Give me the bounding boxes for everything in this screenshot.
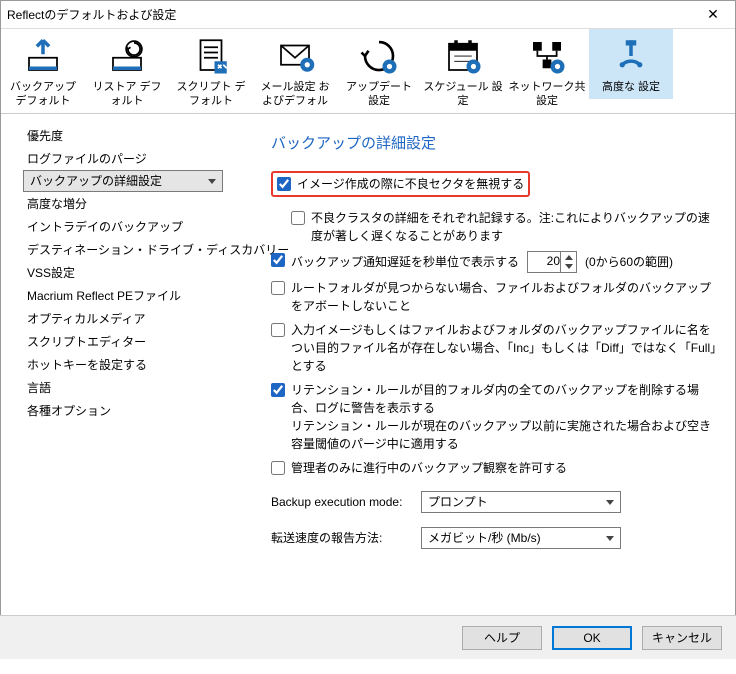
label-exec-mode: Backup execution mode: — [271, 495, 421, 509]
footer: ヘルプ OK キャンセル — [0, 615, 736, 659]
chk-full-naming[interactable] — [271, 323, 285, 337]
select-rate-report[interactable]: メガビット/秒 (Mb/s) — [421, 527, 621, 549]
sidebar-item-backup-advanced[interactable]: バックアップの詳細設定 — [23, 170, 223, 192]
page-title: バックアップの詳細設定 — [271, 132, 717, 153]
close-icon[interactable]: ✕ — [697, 6, 729, 23]
tab-email-settings[interactable]: メール設定 およびデフォル — [253, 29, 337, 113]
tab-schedule-settings[interactable]: スケジュール 設定 — [421, 29, 505, 113]
sidebar-item-optical[interactable]: オプティカルメディア — [23, 307, 231, 330]
tab-script-defaults[interactable]: スクリプト デフォルト — [169, 29, 253, 113]
ok-button[interactable]: OK — [552, 626, 632, 650]
tab-network-settings[interactable]: ネットワーク共 設定 — [505, 29, 589, 113]
main-panel: バックアップの詳細設定 イメージ作成の際に不良セクタを無視する 不良クラスタの詳… — [231, 114, 735, 674]
tab-update-settings[interactable]: アップデート 設定 — [337, 29, 421, 113]
sidebar-item-dest-discovery[interactable]: デスティネーション・ドライブ・ディスカバリー — [23, 238, 231, 261]
sidebar-item-options[interactable]: 各種オプション — [23, 399, 231, 422]
window-title: Reflectのデフォルトおよび設定 — [7, 6, 697, 23]
tab-backup-defaults[interactable]: バックアップ デフォルト — [1, 29, 85, 113]
num-delay[interactable]: 20 — [527, 251, 577, 273]
sidebar-item-vss[interactable]: VSS設定 — [23, 261, 231, 284]
chk-log-bad-clusters[interactable] — [291, 211, 305, 225]
sidebar-item-hotkey[interactable]: ホットキーを設定する — [23, 353, 231, 376]
chk-notify-delay[interactable] — [271, 253, 285, 267]
chk-retention-warn[interactable] — [271, 383, 285, 397]
help-button[interactable]: ヘルプ — [462, 626, 542, 650]
chk-no-abort-root[interactable] — [271, 281, 285, 295]
chk-ignore-bad-sectors[interactable] — [277, 177, 291, 191]
sidebar-item-script-editor[interactable]: スクリプトエディター — [23, 330, 231, 353]
sidebar-item-log-purge[interactable]: ログファイルのパージ — [23, 147, 231, 170]
tab-advanced-settings[interactable]: 高度な 設定 — [589, 29, 673, 99]
tab-restore-defaults[interactable]: リストア デフォルト — [85, 29, 169, 113]
chk-admin-only[interactable] — [271, 461, 285, 475]
sidebar-item-adv-incremental[interactable]: 高度な増分 — [23, 192, 231, 215]
sidebar-item-priority[interactable]: 優先度 — [23, 124, 231, 147]
toolbar: バックアップ デフォルト リストア デフォルト スクリプト デフォルト メール設… — [1, 29, 735, 114]
cancel-button[interactable]: キャンセル — [642, 626, 722, 650]
label-rate-report: 転送速度の報告方法: — [271, 529, 421, 546]
sidebar-item-pe-file[interactable]: Macrium Reflect PEファイル — [23, 284, 231, 307]
sidebar: 優先度 ログファイルのパージ バックアップの詳細設定 高度な増分 イントラデイの… — [1, 114, 231, 674]
sidebar-item-intraday[interactable]: イントラデイのバックアップ — [23, 215, 231, 238]
sidebar-item-language[interactable]: 言語 — [23, 376, 231, 399]
select-exec-mode[interactable]: プロンプト — [421, 491, 621, 513]
